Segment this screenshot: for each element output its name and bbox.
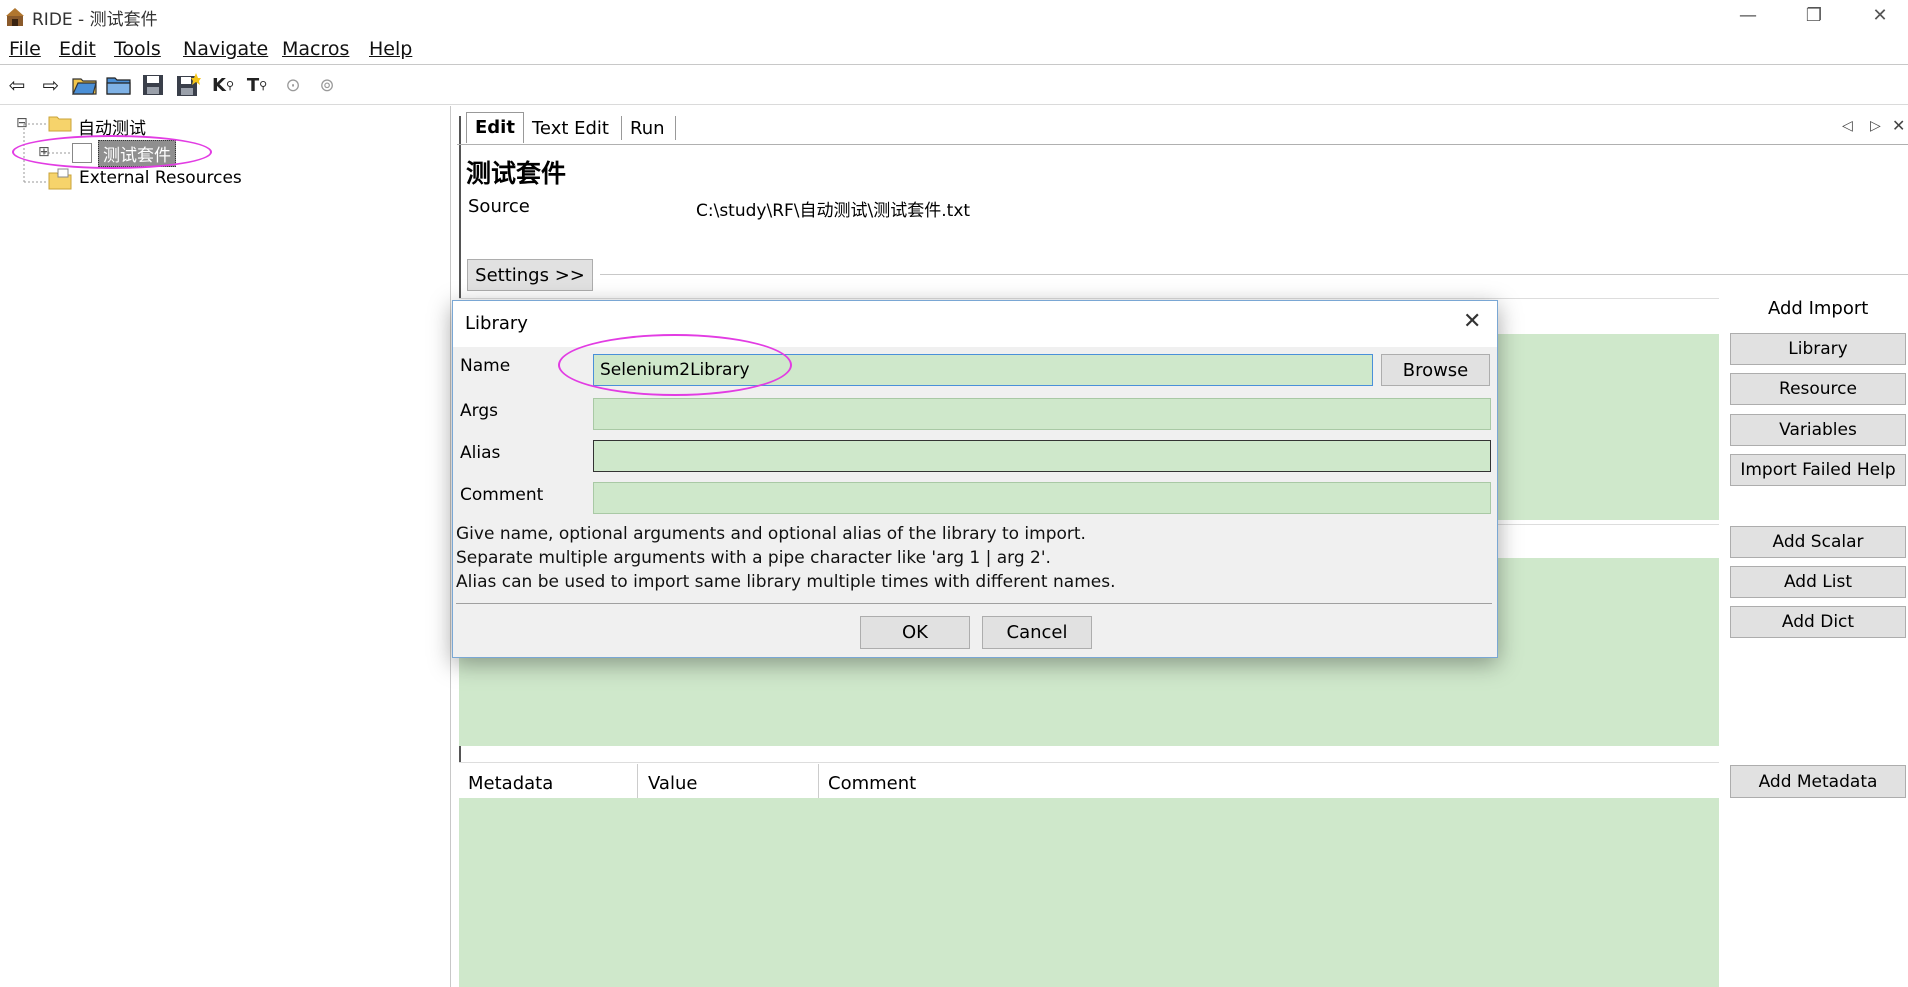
arrow-right-icon[interactable]: ⇨	[38, 72, 64, 98]
dialog-separator	[456, 603, 1492, 604]
dialog-titlebar	[453, 301, 1497, 347]
menu-navigate[interactable]: Navigate	[183, 38, 268, 60]
tab-run[interactable]: Run	[622, 114, 673, 144]
open-folder-icon[interactable]	[72, 74, 98, 96]
metadata-grid[interactable]	[459, 798, 1719, 987]
suite-title: 测试套件	[466, 159, 567, 188]
dialog-title: Library	[465, 313, 528, 334]
tab-text-edit[interactable]: Text Edit	[524, 114, 617, 144]
close-window-button[interactable]: ✕	[1850, 0, 1908, 32]
save-icon[interactable]	[141, 73, 165, 97]
add-variables-button[interactable]: Variables	[1730, 414, 1906, 446]
menu-help[interactable]: Help	[369, 38, 412, 60]
add-list-button[interactable]: Add List	[1730, 566, 1906, 598]
tree-checkbox[interactable]	[72, 143, 92, 163]
window-titlebar	[0, 0, 1908, 32]
minimize-button[interactable]: —	[1718, 0, 1778, 32]
run-icon[interactable]: ⊙	[280, 72, 306, 98]
add-import-heading: Add Import	[1768, 298, 1869, 319]
import-failed-help-button[interactable]: Import Failed Help	[1730, 454, 1906, 486]
tree-collapse-toggle[interactable]: ⊟	[16, 115, 28, 131]
metadata-col-comment: Comment	[828, 773, 917, 794]
tree-item-suite[interactable]: 测试套件	[98, 140, 176, 167]
source-label: Source	[468, 196, 530, 217]
comment-label: Comment	[460, 485, 544, 505]
settings-separator	[600, 274, 1908, 275]
comment-input[interactable]	[593, 482, 1491, 514]
menu-edit[interactable]: Edit	[59, 38, 96, 60]
search-keywords-icon[interactable]: K ⚲	[210, 72, 236, 98]
col-divider	[818, 764, 819, 798]
tab-strip-line	[457, 144, 1908, 145]
tab-edit[interactable]: Edit	[466, 112, 524, 143]
menu-macros[interactable]: Macros	[282, 38, 349, 60]
add-resource-button[interactable]: Resource	[1730, 373, 1906, 405]
alias-label: Alias	[460, 443, 501, 463]
tree-item-external-resources[interactable]: External Resources	[79, 168, 242, 188]
name-label: Name	[460, 356, 511, 376]
project-tree	[0, 106, 451, 987]
cancel-button[interactable]: Cancel	[982, 616, 1092, 649]
col-divider	[637, 764, 638, 798]
tree-expand-toggle[interactable]: ⊞	[38, 144, 50, 160]
browse-button[interactable]: Browse	[1381, 354, 1490, 386]
stop-icon[interactable]: ⊚	[314, 72, 340, 98]
menu-help-label: Help	[369, 38, 413, 60]
restore-button[interactable]: ❐	[1784, 0, 1844, 32]
tree-item-root[interactable]: 自动测试	[78, 114, 146, 139]
metadata-col-value: Value	[648, 773, 698, 794]
arrow-left-icon[interactable]: ⇦	[4, 72, 30, 98]
help-text-line: Give name, optional arguments and option…	[456, 524, 1086, 544]
dialog-close-button[interactable]: ✕	[1463, 309, 1481, 334]
metadata-col-name: Metadata	[468, 773, 554, 794]
name-input[interactable]	[593, 354, 1373, 386]
search-tests-icon[interactable]: T ⚲	[244, 72, 270, 98]
menu-tools[interactable]: Tools	[114, 38, 161, 60]
save-all-icon[interactable]	[175, 72, 201, 98]
args-label: Args	[460, 401, 498, 421]
menu-navigate-label: Navigate	[183, 38, 269, 60]
help-text-line: Separate multiple arguments with a pipe …	[456, 548, 1051, 568]
source-path: C:\study\RF\自动测试\测试套件.txt	[696, 201, 971, 221]
menu-file-label: File	[9, 38, 41, 60]
library-dialog: Library ✕ Name Browse Args Alias Comment…	[452, 300, 1498, 658]
add-scalar-button[interactable]: Add Scalar	[1730, 526, 1906, 558]
ride-app-icon	[6, 8, 24, 26]
menu-tools-label: Tools	[114, 38, 161, 60]
menu-file[interactable]: File	[9, 38, 41, 60]
menu-macros-label: Macros	[282, 38, 350, 60]
open-directory-icon[interactable]	[106, 74, 132, 96]
tab-prev-icon[interactable]: ◁	[1842, 118, 1853, 134]
menu-edit-label: Edit	[59, 38, 96, 60]
settings-toggle-button[interactable]: Settings >>	[467, 259, 593, 291]
tab-close-icon[interactable]: ✕	[1892, 116, 1905, 135]
tab-divider	[675, 116, 676, 140]
external-resources-icon	[48, 168, 72, 190]
ok-button[interactable]: OK	[860, 616, 970, 649]
add-library-button[interactable]: Library	[1730, 333, 1906, 365]
alias-input[interactable]	[593, 440, 1491, 472]
add-dict-button[interactable]: Add Dict	[1730, 606, 1906, 638]
folder-icon	[48, 116, 72, 132]
tab-next-icon[interactable]: ▷	[1870, 118, 1881, 134]
add-metadata-button[interactable]: Add Metadata	[1730, 765, 1906, 798]
help-text-line: Alias can be used to import same library…	[456, 572, 1116, 592]
args-input[interactable]	[593, 398, 1491, 430]
window-title: RIDE - 测试套件	[32, 10, 158, 30]
